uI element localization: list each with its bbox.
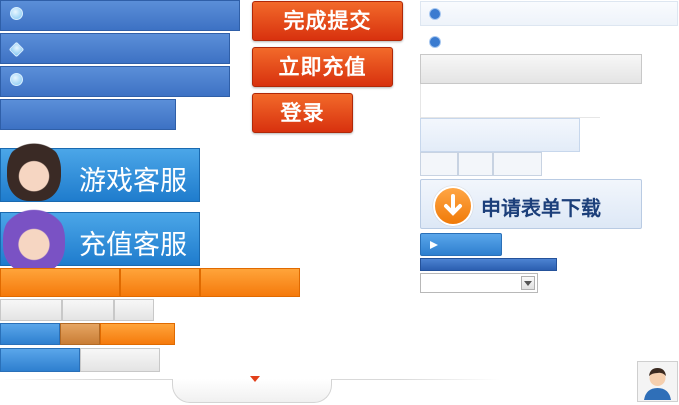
diamond-icon	[8, 41, 25, 58]
play-arrow-icon	[429, 36, 441, 48]
tan-tab[interactable]	[60, 323, 100, 345]
orange-tab-1[interactable]	[0, 268, 120, 297]
grey-tab-2[interactable]	[62, 299, 114, 321]
grey-tab-3[interactable]	[114, 299, 154, 321]
nav-bar-chat-2[interactable]	[0, 66, 230, 97]
download-arrow-icon	[433, 186, 473, 226]
dropdown-select[interactable]	[420, 273, 538, 293]
blue-tab-2[interactable]	[0, 348, 80, 372]
user-avatar-icon	[644, 368, 671, 400]
nav-bar-chat[interactable]	[0, 0, 240, 31]
grey-tab-4[interactable]	[80, 348, 160, 372]
play-arrow-icon	[430, 241, 438, 249]
bottom-toggle-tab[interactable]	[172, 379, 332, 403]
orange-tab-4[interactable]	[100, 323, 175, 345]
blue-play-button[interactable]	[420, 233, 502, 256]
blue-progress-bar	[420, 258, 557, 271]
game-service-label: 游戏客服	[79, 166, 187, 197]
submit-button[interactable]: 完成提交	[252, 1, 403, 41]
grey-input-box[interactable]	[420, 54, 642, 84]
caret-down-icon	[250, 376, 260, 382]
game-service-avatar	[7, 139, 61, 201]
user-avatar-button[interactable]	[637, 361, 678, 402]
dropdown-toggle[interactable]	[521, 276, 535, 290]
blue-tab-1[interactable]	[0, 323, 60, 345]
segment-1[interactable]	[420, 152, 458, 176]
recharge-button[interactable]: 立即充值	[252, 47, 393, 87]
blank-field[interactable]	[420, 84, 600, 118]
login-button[interactable]: 登录	[252, 93, 353, 133]
list-row-1[interactable]	[420, 1, 678, 26]
recharge-service-avatar	[3, 205, 65, 273]
recharge-service-label: 充值客服	[79, 230, 187, 261]
list-row-2[interactable]	[420, 29, 645, 54]
nav-bar-plain[interactable]	[0, 99, 176, 130]
light-blue-box[interactable]	[420, 118, 580, 152]
orange-tab-2[interactable]	[120, 268, 200, 297]
chevron-down-icon	[524, 281, 532, 286]
orange-tab-3[interactable]	[200, 268, 300, 297]
segment-2[interactable]	[458, 152, 493, 176]
download-form-label: 申请表单下载	[481, 196, 601, 220]
chat-bubble-icon	[10, 73, 23, 86]
play-arrow-icon	[429, 8, 441, 20]
recharge-service-button[interactable]: 充值客服	[0, 205, 200, 273]
download-form-button[interactable]: 申请表单下载	[420, 179, 642, 229]
chat-bubble-icon	[10, 7, 23, 20]
game-service-button[interactable]: 游戏客服	[0, 139, 200, 202]
nav-bar-diamond[interactable]	[0, 33, 230, 64]
segment-3[interactable]	[493, 152, 542, 176]
grey-tab-1[interactable]	[0, 299, 62, 321]
